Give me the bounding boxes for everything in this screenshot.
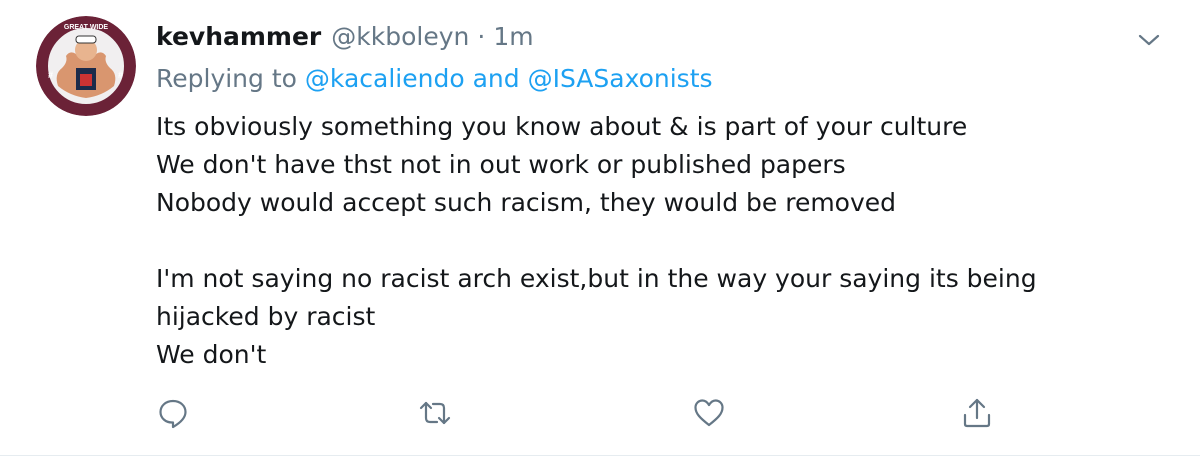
tweet-text-line: Nobody would accept such racism, they wo… (156, 188, 897, 217)
replying-prefix: Replying to (156, 64, 297, 93)
separator-dot: · (477, 22, 486, 51)
tweet-text-line: I'm not saying no racist arch exist,but … (156, 264, 1037, 293)
svg-text:#: # (48, 70, 53, 80)
retweet-icon (419, 401, 451, 425)
user-handle[interactable]: @kkboleyn (331, 22, 469, 51)
tweet-header: kevhammer @kkboleyn · 1m (156, 22, 534, 62)
chevron-down-icon (1138, 34, 1160, 46)
tweet-text-line: We don't (156, 340, 267, 369)
reply-mention-and[interactable]: and (473, 64, 520, 93)
reply-mention-1[interactable]: @kacaliendo (305, 64, 465, 93)
reply-mention-2[interactable]: @ISASaxonists (528, 64, 713, 93)
avatar-image: GREAT WIDE # # (36, 16, 136, 116)
share-button[interactable] (960, 396, 994, 430)
heart-icon (694, 399, 724, 427)
like-button[interactable] (692, 396, 726, 430)
svg-text:#: # (118, 70, 123, 80)
avatar[interactable]: GREAT WIDE # # (36, 16, 136, 116)
reply-button[interactable] (156, 396, 190, 430)
tweet-text-line: hijacked by racist (156, 302, 376, 331)
tweet-menu-button[interactable] (1134, 28, 1164, 52)
display-name[interactable]: kevhammer (156, 22, 321, 51)
tweet-text-line: Its obviously something you know about &… (156, 112, 968, 141)
tweet-divider (0, 455, 1200, 456)
timestamp[interactable]: 1m (493, 22, 533, 51)
retweet-button[interactable] (418, 396, 452, 430)
reply-icon (159, 399, 187, 429)
avatar-logo-text: GREAT WIDE (64, 24, 109, 31)
tweet-actions (0, 396, 1200, 432)
tweet[interactable]: GREAT WIDE # # kevhammer @kkboleyn · 1m … (0, 0, 1200, 462)
tweet-text-line: We don't have thst not in out work or pu… (156, 150, 846, 179)
tweet-text: Its obviously something you know about &… (156, 108, 1116, 374)
replying-to: Replying to @kacaliendo and @ISASaxonist… (156, 64, 713, 93)
share-icon (963, 398, 991, 428)
